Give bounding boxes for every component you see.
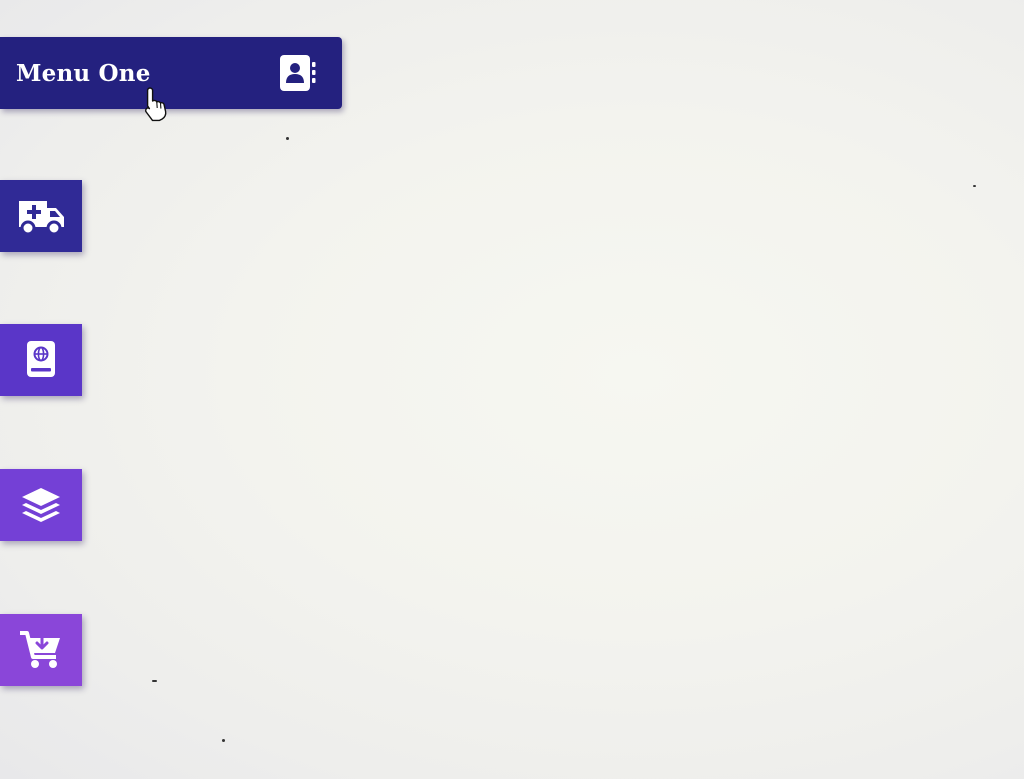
- menu-item-ambulance[interactable]: [0, 180, 82, 252]
- ambulance-icon: [15, 196, 67, 236]
- speck: [222, 739, 225, 742]
- cart-download-icon: [18, 629, 64, 671]
- menu-item-cart[interactable]: [0, 614, 82, 686]
- speck: [286, 137, 289, 140]
- speck: [152, 680, 157, 682]
- menu-item-one[interactable]: Menu One: [0, 37, 342, 109]
- menu-item-passport[interactable]: [0, 324, 82, 396]
- speck: [973, 185, 976, 187]
- menu-item-layers[interactable]: [0, 469, 82, 541]
- passport-icon: [21, 339, 61, 381]
- menu-item-label: Menu One: [16, 59, 151, 87]
- contact-book-icon: [278, 54, 318, 92]
- layers-icon: [19, 485, 63, 525]
